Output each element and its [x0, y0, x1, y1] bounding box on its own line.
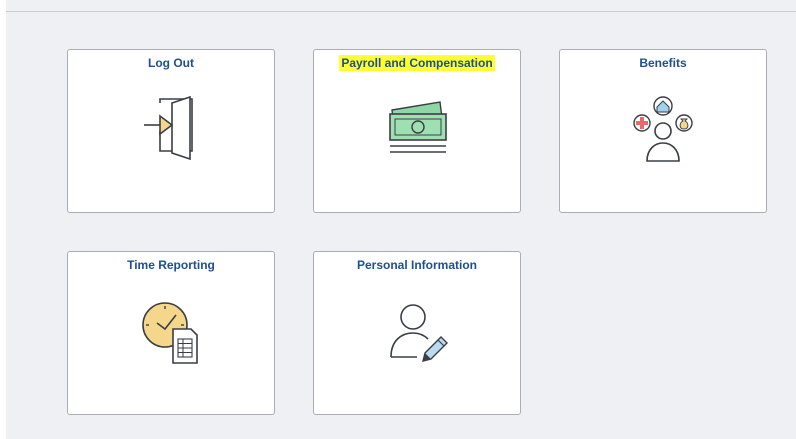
tile-title-text: Log Out: [148, 56, 194, 70]
tile-title-text: Personal Information: [356, 258, 478, 272]
header-divider: [6, 11, 796, 12]
tile-title-time-reporting: Time Reporting: [68, 258, 274, 272]
tile-log-out[interactable]: Log Out: [67, 49, 275, 213]
tile-title-text-highlighted: Payroll and Compensation: [339, 55, 495, 71]
tile-title-payroll: Payroll and Compensation: [314, 55, 520, 71]
tile-title-log-out: Log Out: [68, 56, 274, 70]
person-edit-icon: [314, 284, 520, 374]
tile-title-text: Time Reporting: [127, 258, 215, 272]
money-stack-icon: [314, 82, 520, 172]
tile-benefits[interactable]: Benefits: [559, 49, 767, 213]
tile-title-benefits: Benefits: [560, 56, 766, 70]
clock-timesheet-icon: [68, 284, 274, 374]
tile-title-personal-information: Personal Information: [314, 258, 520, 272]
tile-personal-information[interactable]: Personal Information: [313, 251, 521, 415]
tile-time-reporting[interactable]: Time Reporting: [67, 251, 275, 415]
log-out-door-icon: [68, 82, 274, 172]
benefits-person-icon: [560, 82, 766, 172]
tile-payroll-and-compensation[interactable]: Payroll and Compensation: [313, 49, 521, 213]
tile-title-text: Benefits: [639, 56, 687, 70]
